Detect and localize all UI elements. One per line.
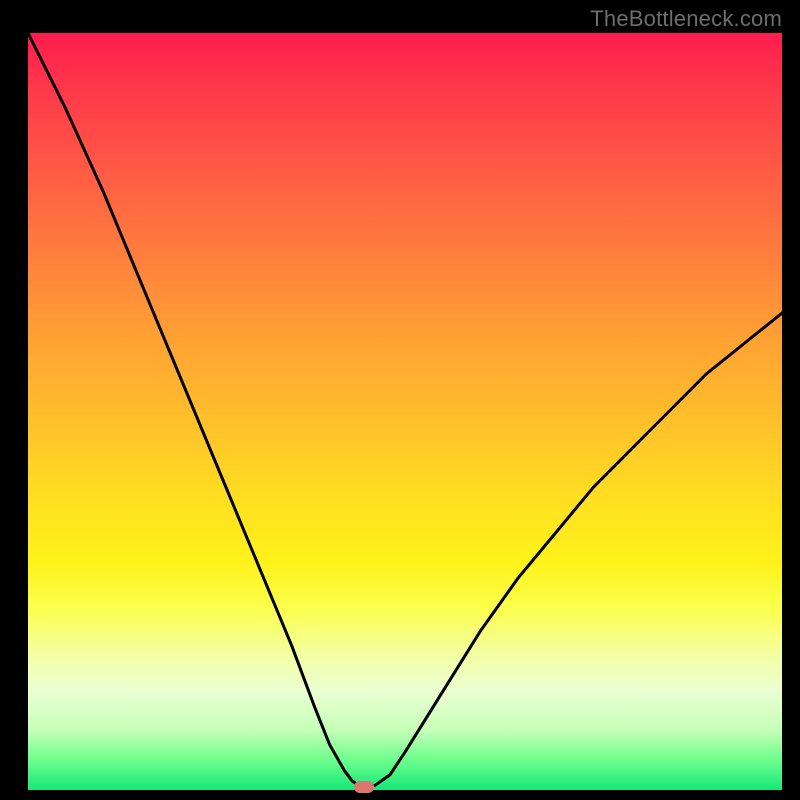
plot-area [28, 33, 782, 790]
bottleneck-curve [28, 33, 782, 787]
watermark-text: TheBottleneck.com [590, 6, 782, 32]
bottleneck-curve-svg [28, 33, 782, 790]
minimum-marker [354, 781, 374, 793]
chart-frame: TheBottleneck.com [0, 0, 800, 800]
